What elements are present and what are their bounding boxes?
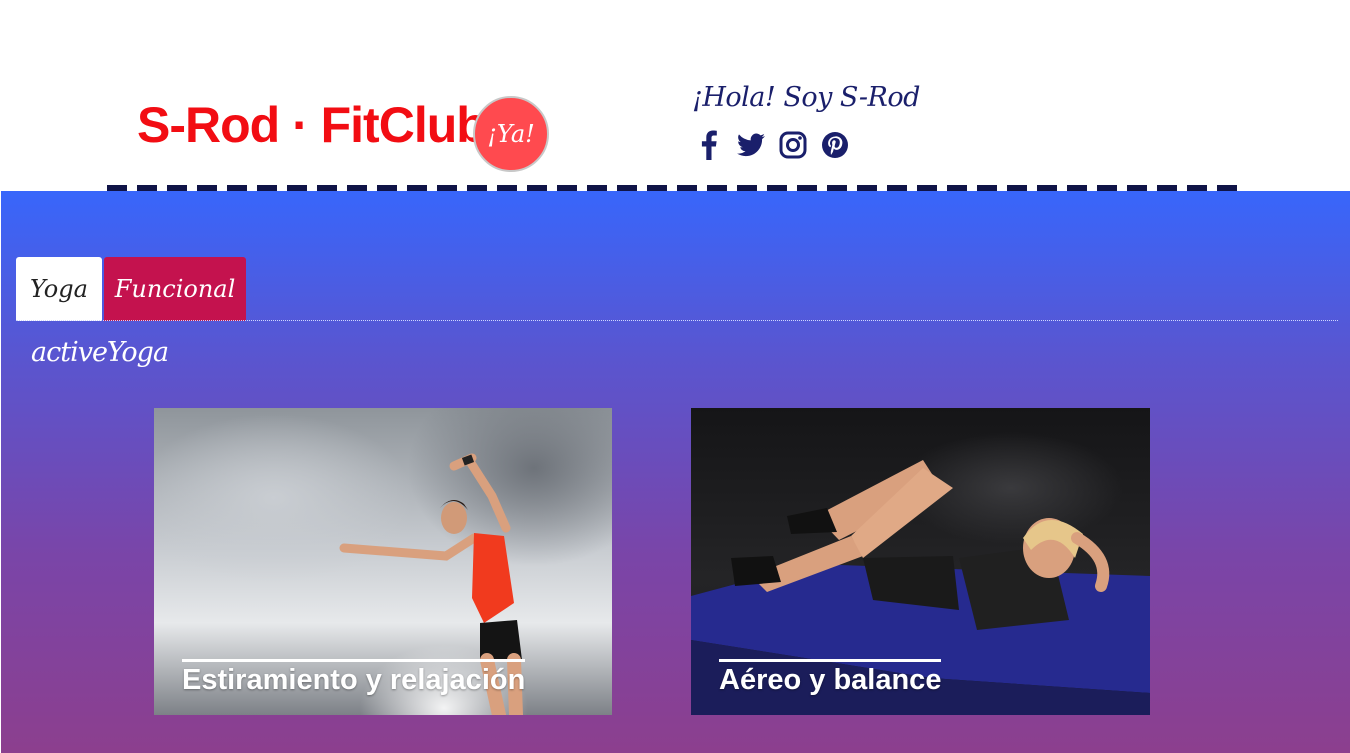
pinterest-icon[interactable] — [820, 130, 850, 160]
card-caption: Aéreo y balance — [719, 659, 942, 701]
card-caption: Estiramiento y relajación — [182, 659, 526, 701]
class-card-estiramiento[interactable]: Estiramiento y relajación — [154, 408, 612, 715]
twitter-icon[interactable] — [736, 130, 766, 160]
card-caption-text: Aéreo y balance — [719, 659, 942, 696]
facebook-icon[interactable] — [694, 130, 724, 160]
class-card-aereo[interactable]: Aéreo y balance — [691, 408, 1150, 715]
site-header: S-Rod · FitClub ¡Ya! ¡Hola! Soy S-Rod — [0, 0, 1350, 191]
site-logo[interactable]: S-Rod · FitClub — [137, 96, 487, 154]
greeting-text: ¡Hola! Soy S-Rod — [692, 82, 920, 113]
tab-funcional[interactable]: Funcional — [104, 257, 246, 321]
tabs-underline — [16, 320, 1338, 321]
social-links — [694, 130, 850, 160]
instagram-icon[interactable] — [778, 130, 808, 160]
main-section: Yoga Funcional activeYoga Estiramiento y… — [1, 191, 1350, 753]
card-caption-text: Estiramiento y relajación — [182, 659, 526, 696]
class-tabs: Yoga Funcional — [16, 257, 246, 321]
pane-title: activeYoga — [31, 337, 169, 368]
tab-yoga[interactable]: Yoga — [16, 257, 102, 321]
cta-button[interactable]: ¡Ya! — [473, 96, 549, 172]
